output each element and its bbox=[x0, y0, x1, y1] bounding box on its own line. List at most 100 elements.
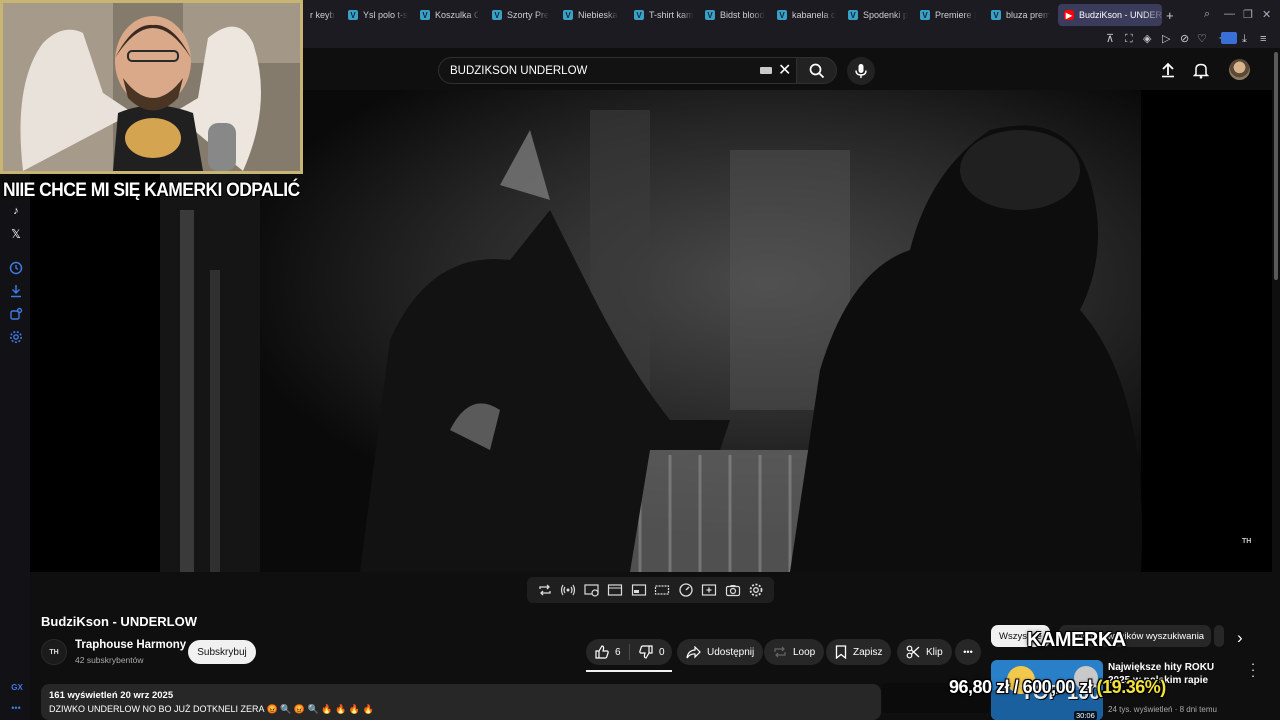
shield-icon[interactable]: ◈ bbox=[1143, 32, 1151, 46]
like-button[interactable]: 6 bbox=[586, 639, 630, 665]
save-button[interactable]: Zapisz bbox=[826, 639, 892, 665]
film-icon[interactable] bbox=[607, 582, 623, 598]
chip-partial[interactable] bbox=[1214, 625, 1224, 647]
add-to-queue-icon[interactable] bbox=[701, 582, 717, 598]
voice-search-button[interactable] bbox=[847, 57, 875, 85]
emoji-row-icon: 😡 🔍 😡 🔍 🔥 🔥 🔥 🔥 bbox=[264, 704, 374, 714]
youtube-icon: ▶ bbox=[1064, 10, 1074, 20]
broadcast-icon[interactable] bbox=[560, 582, 576, 598]
tiktok-icon[interactable]: ♪ bbox=[9, 204, 23, 218]
goal-current: 96,80 zł bbox=[949, 677, 1010, 697]
loop-label: Loop bbox=[793, 646, 816, 658]
gear-icon[interactable] bbox=[748, 582, 764, 598]
v-favicon-icon: V bbox=[777, 10, 787, 20]
keyboard-icon[interactable] bbox=[760, 67, 772, 74]
tab[interactable]: V Premiere | bbox=[920, 4, 978, 26]
vpn-icon[interactable]: ⊘ bbox=[1180, 32, 1189, 46]
tab[interactable]: r keyb bbox=[310, 4, 336, 26]
new-tab-button[interactable]: + bbox=[1166, 4, 1178, 26]
more-actions-button[interactable]: ••• bbox=[955, 639, 981, 665]
tab[interactable]: V Ysl polo t-s bbox=[348, 4, 410, 26]
tab-label: bluza prem bbox=[1006, 10, 1049, 20]
repeat-icon[interactable] bbox=[537, 582, 553, 598]
video-duration: 30:06 bbox=[1074, 711, 1097, 720]
like-underline bbox=[586, 670, 672, 672]
avatar[interactable] bbox=[1229, 59, 1250, 80]
overlay-caption: NIIE CHCE MI SIĘ KAMERKI ODPALIĆ bbox=[3, 180, 300, 201]
tab-label: BudziKson - UNDERL bbox=[1079, 10, 1162, 20]
v-favicon-icon: V bbox=[705, 10, 715, 20]
tab-active[interactable]: ▶ BudziKson - UNDERL bbox=[1058, 4, 1162, 26]
dislike-button[interactable]: 0 bbox=[630, 639, 674, 665]
share-button[interactable]: Udostępnij bbox=[677, 639, 764, 665]
tab[interactable]: V Spodenki p bbox=[848, 4, 908, 26]
tab[interactable]: V Bidst blood bbox=[705, 4, 765, 26]
loop-button[interactable]: Loop bbox=[764, 639, 825, 665]
gx-corner-label[interactable]: GX bbox=[10, 680, 24, 694]
menu-icon[interactable]: ≡ bbox=[1260, 32, 1266, 46]
description-box[interactable]: 161 wyświetleń 20 wrz 2025 DZIWKO UNDERL… bbox=[41, 684, 881, 720]
heart-icon[interactable]: ♡ bbox=[1197, 32, 1207, 46]
picture-in-picture-eye-icon[interactable] bbox=[584, 582, 600, 598]
tab[interactable]: Vbluza prem bbox=[991, 4, 1049, 26]
screenshot-camera-icon[interactable] bbox=[725, 582, 741, 598]
extensions-icon[interactable] bbox=[9, 307, 23, 321]
chips-next-arrow-icon[interactable]: › bbox=[1237, 628, 1243, 648]
clip-label: Klip bbox=[926, 646, 943, 658]
theater-mode-icon[interactable] bbox=[654, 582, 670, 598]
snapshot-icon[interactable]: ⛶ bbox=[1125, 32, 1133, 46]
settings-gear-icon[interactable] bbox=[9, 330, 23, 344]
v-favicon-icon: V bbox=[492, 10, 502, 20]
like-count: 6 bbox=[615, 646, 621, 658]
tab[interactable]: V Szorty Pre bbox=[492, 4, 550, 26]
more-options-icon[interactable]: ••• bbox=[9, 701, 23, 715]
thumbs-up-icon bbox=[595, 645, 609, 659]
tab-label: Spodenki p bbox=[863, 10, 908, 20]
close-window-icon[interactable]: ✕ bbox=[1262, 8, 1271, 21]
goal-percent: (19.36%) bbox=[1096, 677, 1167, 697]
search-icon bbox=[809, 63, 824, 78]
tab[interactable]: V Niebieska bbox=[563, 4, 621, 26]
search-input[interactable]: BUDZIKSON UNDERLOW bbox=[438, 57, 797, 84]
subscribe-button[interactable]: Subskrybuj bbox=[188, 640, 256, 664]
video-title: BudziKson - UNDERLOW bbox=[41, 614, 197, 629]
extension-badge-icon[interactable] bbox=[1221, 32, 1237, 44]
restore-icon[interactable]: ❐ bbox=[1243, 8, 1253, 21]
notifications-bell-icon[interactable] bbox=[1193, 62, 1209, 79]
thumbs-down-icon bbox=[639, 645, 653, 659]
v-favicon-icon: V bbox=[420, 10, 430, 20]
description-text: DZIWKO UNDERLOW NO BO JUŻ DOTKNELI ZERA bbox=[49, 704, 265, 714]
speed-gauge-icon[interactable] bbox=[678, 582, 694, 598]
search-button[interactable] bbox=[797, 57, 837, 84]
search-tabs-icon[interactable]: ⌕ bbox=[1204, 8, 1210, 21]
page-scrollbar-thumb[interactable] bbox=[1274, 52, 1278, 280]
v-favicon-icon: V bbox=[920, 10, 930, 20]
channel-name[interactable]: Traphouse Harmony bbox=[75, 639, 186, 651]
kebab-menu-icon[interactable]: · · · bbox=[1250, 657, 1256, 682]
clear-search-icon[interactable]: ✕ bbox=[778, 60, 791, 80]
tab[interactable]: V T-shirt kam bbox=[634, 4, 694, 26]
tab[interactable]: V Koszulka C bbox=[420, 4, 478, 26]
scissors-icon bbox=[906, 645, 920, 659]
recommended-meta: 24 tys. wyświetleń · 8 dni temu bbox=[1108, 705, 1217, 714]
minimize-icon[interactable]: — bbox=[1224, 8, 1235, 20]
loop-icon bbox=[774, 646, 786, 658]
tab[interactable]: Vkabanela c bbox=[777, 4, 837, 26]
v-favicon-icon: V bbox=[634, 10, 644, 20]
pin-icon[interactable]: ⊼ bbox=[1106, 32, 1114, 46]
x-icon[interactable]: 𝕏 bbox=[9, 227, 23, 241]
v-favicon-icon: V bbox=[848, 10, 858, 20]
mic-icon bbox=[855, 64, 867, 78]
v-favicon-icon: V bbox=[991, 10, 1001, 20]
download-icon[interactable]: ⤓ bbox=[1242, 32, 1247, 46]
tab-label: Bidst blood bbox=[720, 10, 765, 20]
play-icon[interactable]: ▷ bbox=[1162, 32, 1170, 46]
v-favicon-icon: V bbox=[348, 10, 358, 20]
mini-player-icon[interactable] bbox=[631, 582, 647, 598]
history-icon[interactable] bbox=[9, 261, 23, 275]
webcam-image bbox=[3, 3, 300, 171]
clip-button[interactable]: Klip bbox=[897, 639, 952, 665]
upload-icon[interactable] bbox=[1160, 62, 1176, 78]
channel-avatar[interactable]: TH bbox=[41, 639, 67, 665]
downloads-icon[interactable] bbox=[9, 284, 23, 298]
